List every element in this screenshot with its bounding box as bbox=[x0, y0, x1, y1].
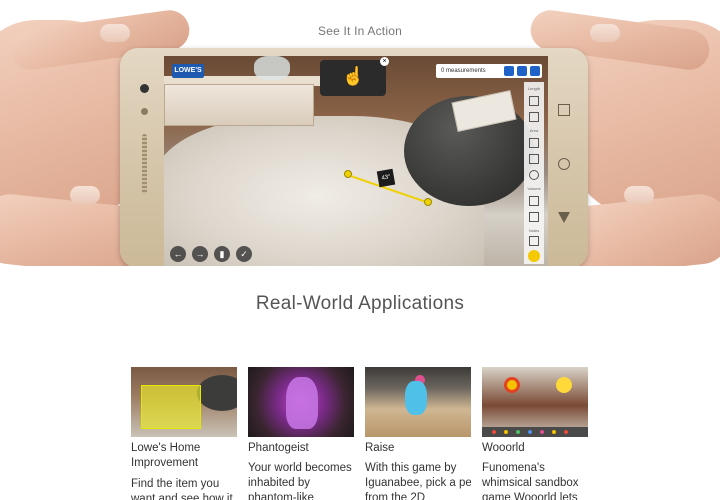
phone-sensor bbox=[141, 108, 148, 115]
app-card-desc: With this game by Iguanabee, pick a pet … bbox=[365, 462, 471, 500]
tool-label-volume: Volume bbox=[527, 186, 541, 191]
ar-app-screen: LOWE'S ☝ × 0 measurements Length Area Vo… bbox=[164, 56, 548, 266]
section-title: Real-World Applications bbox=[255, 293, 465, 314]
phone-speaker bbox=[142, 134, 147, 194]
app-card-desc: Your world becomes inhabited by phantom-… bbox=[248, 462, 352, 500]
rectangle-tool-icon[interactable] bbox=[529, 138, 539, 148]
coffee-table bbox=[164, 84, 314, 126]
back-arrow-icon[interactable]: ← bbox=[170, 246, 186, 262]
back-icon bbox=[558, 212, 570, 223]
woorld-thumbnail[interactable] bbox=[482, 367, 588, 437]
camera-icon[interactable] bbox=[504, 66, 514, 76]
phantogeist-thumbnail[interactable] bbox=[248, 367, 354, 437]
toolbar-strip bbox=[482, 427, 588, 437]
app-card-woorld[interactable]: Wooorld Funomena's whimsical sandbox gam… bbox=[482, 367, 588, 500]
item-dot bbox=[552, 430, 556, 434]
front-camera bbox=[140, 84, 149, 93]
line-tool-icon[interactable] bbox=[529, 96, 539, 106]
vase-image bbox=[254, 56, 290, 80]
note-tool-icon[interactable] bbox=[529, 236, 539, 246]
pinch-gesture-icon: ☝ bbox=[342, 66, 365, 86]
measurement-start-handle[interactable] bbox=[344, 170, 352, 178]
tool-label-length: Length bbox=[527, 86, 541, 91]
item-dot bbox=[540, 430, 544, 434]
app-card-title[interactable]: Raise bbox=[365, 441, 471, 456]
gesture-hint-card: ☝ × bbox=[320, 57, 389, 96]
item-dot bbox=[564, 430, 568, 434]
close-icon[interactable]: × bbox=[380, 57, 389, 66]
polygon-tool-icon[interactable] bbox=[529, 154, 539, 164]
lowes-logo: LOWE'S bbox=[172, 64, 204, 78]
item-dot bbox=[504, 430, 508, 434]
tool-label-area: Area bbox=[529, 128, 539, 133]
item-dot bbox=[492, 430, 496, 434]
home-icon bbox=[558, 158, 570, 170]
hero-section: See It In Action LOWE'S ☝ × 0 measuremen… bbox=[0, 0, 720, 266]
fingernail bbox=[70, 186, 100, 204]
forward-arrow-icon[interactable]: → bbox=[192, 246, 208, 262]
tool-label-notes: Notes bbox=[528, 228, 540, 233]
cylinder-tool-icon[interactable] bbox=[529, 212, 539, 222]
fingernail bbox=[624, 186, 654, 204]
app-card-desc: Funomena's whimsical sandbox game Wooorl… bbox=[482, 462, 579, 500]
pouf-image bbox=[197, 375, 237, 411]
phone-device: LOWE'S ☝ × 0 measurements Length Area Vo… bbox=[120, 48, 588, 266]
check-icon[interactable]: ✓ bbox=[236, 246, 252, 262]
item-dot bbox=[528, 430, 532, 434]
measurement-box bbox=[141, 385, 201, 429]
measure-tool-rail: Length Area Volume Notes bbox=[524, 82, 544, 264]
video-icon[interactable] bbox=[517, 66, 527, 76]
app-card-lowes[interactable]: Lowe's Home Improvement Find the item yo… bbox=[131, 367, 237, 500]
pet-creature-image bbox=[405, 381, 427, 415]
app-card-title[interactable]: Wooorld bbox=[482, 441, 588, 456]
app-card-title[interactable]: Lowe's Home Improvement bbox=[131, 441, 237, 471]
trash-icon[interactable]: ▮ bbox=[214, 246, 230, 262]
flower-image bbox=[504, 377, 520, 393]
lowes-thumbnail[interactable] bbox=[131, 367, 237, 437]
app-card-title[interactable]: Phantogeist bbox=[248, 441, 354, 456]
applications-list: Lowe's Home Improvement Find the item yo… bbox=[131, 367, 591, 500]
measurement-end-handle[interactable] bbox=[424, 198, 432, 206]
circle-tool-icon[interactable] bbox=[529, 170, 539, 180]
app-card-raise[interactable]: Raise With this game by Iguanabee, pick … bbox=[365, 367, 471, 500]
measurements-bar[interactable]: 0 measurements bbox=[436, 64, 542, 78]
measurement-label: 43" bbox=[376, 168, 396, 188]
item-dot bbox=[516, 430, 520, 434]
recent-apps-icon bbox=[558, 104, 570, 116]
raise-thumbnail[interactable] bbox=[365, 367, 471, 437]
box-tool-icon[interactable] bbox=[529, 196, 539, 206]
hero-title: See It In Action bbox=[318, 24, 402, 38]
save-icon[interactable] bbox=[530, 66, 540, 76]
phantom-creature-image bbox=[286, 377, 318, 429]
measurements-count: 0 measurements bbox=[441, 68, 486, 74]
app-card-phantogeist[interactable]: Phantogeist Your world becomes inhabited… bbox=[248, 367, 354, 500]
polyline-tool-icon[interactable] bbox=[529, 112, 539, 122]
app-card-desc: Find the item you want and see how it bbox=[131, 478, 233, 500]
sun-image bbox=[556, 377, 572, 393]
color-picker-button[interactable] bbox=[528, 250, 540, 262]
